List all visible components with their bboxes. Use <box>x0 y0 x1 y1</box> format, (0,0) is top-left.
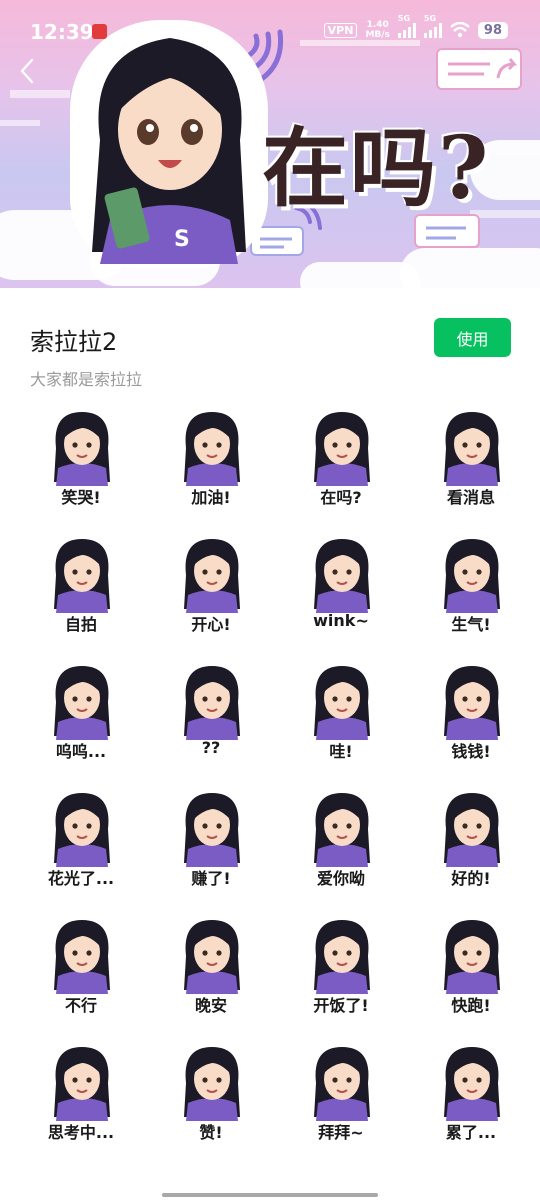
sticker-image <box>176 916 248 994</box>
sticker-item[interactable]: 呜呜... <box>16 654 146 780</box>
sticker-item[interactable]: 开心! <box>146 527 276 653</box>
network-speed-unit: MB/s <box>365 30 390 40</box>
sticker-label: 加油! <box>191 488 231 507</box>
sticker-image <box>46 408 118 486</box>
sticker-item[interactable]: wink~ <box>276 527 406 653</box>
sticker-label: 呜呜... <box>55 742 107 761</box>
sticker-label: 不行 <box>64 996 97 1015</box>
sticker-item[interactable]: 好的! <box>406 781 536 907</box>
sticker-image <box>436 535 508 613</box>
sticker-image <box>46 916 118 994</box>
network-type-label: 5G <box>423 14 437 23</box>
sticker-label: ?? <box>201 738 221 757</box>
sticker-label: 看消息 <box>446 488 495 507</box>
sticker-image <box>46 789 118 867</box>
svg-text:S: S <box>174 227 190 252</box>
sticker-item[interactable]: 晚安 <box>146 908 276 1034</box>
sticker-label: 开心! <box>191 615 231 634</box>
pixel-decoration <box>10 90 70 98</box>
status-icons: VPN 1.40 MB/s 5G 5G 98 <box>323 14 508 40</box>
sticker-label: 拜拜~ <box>318 1123 364 1142</box>
sticker-image <box>436 789 508 867</box>
sticker-item[interactable]: 生气! <box>406 527 536 653</box>
sticker-image <box>176 1043 248 1121</box>
sticker-image <box>436 662 508 740</box>
sticker-item[interactable]: 思考中... <box>16 1035 146 1161</box>
sticker-label: 爱你呦 <box>316 869 365 888</box>
banner-hero-text: 在吗? <box>262 118 491 219</box>
pixel-decoration <box>0 120 40 126</box>
sticker-item[interactable]: 在吗? <box>276 400 406 526</box>
sticker-label: 赞! <box>199 1123 223 1142</box>
sticker-image <box>46 662 118 740</box>
sticker-label: 生气! <box>451 615 491 634</box>
sticker-label: 笑哭! <box>61 488 101 507</box>
sticker-image <box>176 408 248 486</box>
sticker-item[interactable]: 笑哭! <box>16 400 146 526</box>
sticker-label: 累了... <box>445 1123 497 1142</box>
sticker-label: 花光了... <box>47 869 115 888</box>
sticker-label: 晚安 <box>194 996 227 1015</box>
sticker-item[interactable]: 爱你呦 <box>276 781 406 907</box>
notification-app-icon <box>92 24 107 39</box>
pack-subtitle: 大家都是索拉拉 <box>30 370 143 389</box>
sticker-image <box>46 1043 118 1121</box>
sticker-item[interactable]: 花光了... <box>16 781 146 907</box>
cellular-signal-icon: 5G <box>397 14 416 38</box>
sticker-item[interactable]: 不行 <box>16 908 146 1034</box>
sticker-item[interactable]: 开饭了! <box>276 908 406 1034</box>
sticker-item[interactable]: ?? <box>146 654 276 780</box>
sticker-image <box>436 408 508 486</box>
sticker-label: 哇! <box>329 742 353 761</box>
use-button[interactable]: 使用 <box>434 318 511 357</box>
sticker-item[interactable]: 累了... <box>406 1035 536 1161</box>
vpn-icon: VPN <box>323 22 358 38</box>
sticker-image <box>46 535 118 613</box>
battery-icon: 98 <box>477 21 508 39</box>
cloud <box>300 262 420 288</box>
sticker-image <box>306 408 378 486</box>
sticker-item[interactable]: 赞! <box>146 1035 276 1161</box>
sticker-image <box>176 535 248 613</box>
sticker-image <box>306 662 378 740</box>
sticker-label: 在吗? <box>320 488 362 507</box>
sticker-item[interactable]: 快跑! <box>406 908 536 1034</box>
banner: S 在吗? 12:39 VPN 1.40 MB/s 5G 5G 98 <box>0 0 540 288</box>
network-type-label: 5G <box>397 14 411 23</box>
sticker-label: 钱钱! <box>451 742 491 761</box>
sticker-image <box>306 916 378 994</box>
cellular-signal-icon: 5G <box>423 14 442 38</box>
sticker-label: 赚了! <box>191 869 231 888</box>
sticker-label: 开饭了! <box>313 996 369 1015</box>
sticker-image <box>306 535 378 613</box>
sticker-image <box>436 1043 508 1121</box>
sticker-label: 快跑! <box>451 996 491 1015</box>
sticker-item[interactable]: 赚了! <box>146 781 276 907</box>
network-speed-value: 1.40 <box>366 20 389 30</box>
sticker-image <box>306 1043 378 1121</box>
sticker-label: wink~ <box>313 611 369 630</box>
sticker-image <box>176 662 248 740</box>
network-speed: 1.40 MB/s <box>365 20 389 40</box>
back-arrow-icon[interactable] <box>14 56 42 86</box>
status-bar: 12:39 VPN 1.40 MB/s 5G 5G 98 <box>0 0 540 64</box>
sticker-item[interactable]: 钱钱! <box>406 654 536 780</box>
sticker-item[interactable]: 自拍 <box>16 527 146 653</box>
cloud <box>400 248 540 288</box>
sticker-label: 自拍 <box>64 615 97 634</box>
sticker-item[interactable]: 加油! <box>146 400 276 526</box>
status-time: 12:39 <box>30 20 94 44</box>
sticker-item[interactable]: 拜拜~ <box>276 1035 406 1161</box>
sticker-label: 思考中... <box>47 1123 115 1142</box>
pack-title: 索拉拉2 <box>30 328 118 356</box>
wifi-icon <box>450 22 470 38</box>
sticker-image <box>306 789 378 867</box>
sticker-image <box>176 789 248 867</box>
home-indicator[interactable] <box>162 1193 378 1197</box>
sticker-item[interactable]: 哇! <box>276 654 406 780</box>
sticker-label: 好的! <box>451 869 491 888</box>
sticker-image <box>436 916 508 994</box>
sticker-item[interactable]: 看消息 <box>406 400 536 526</box>
